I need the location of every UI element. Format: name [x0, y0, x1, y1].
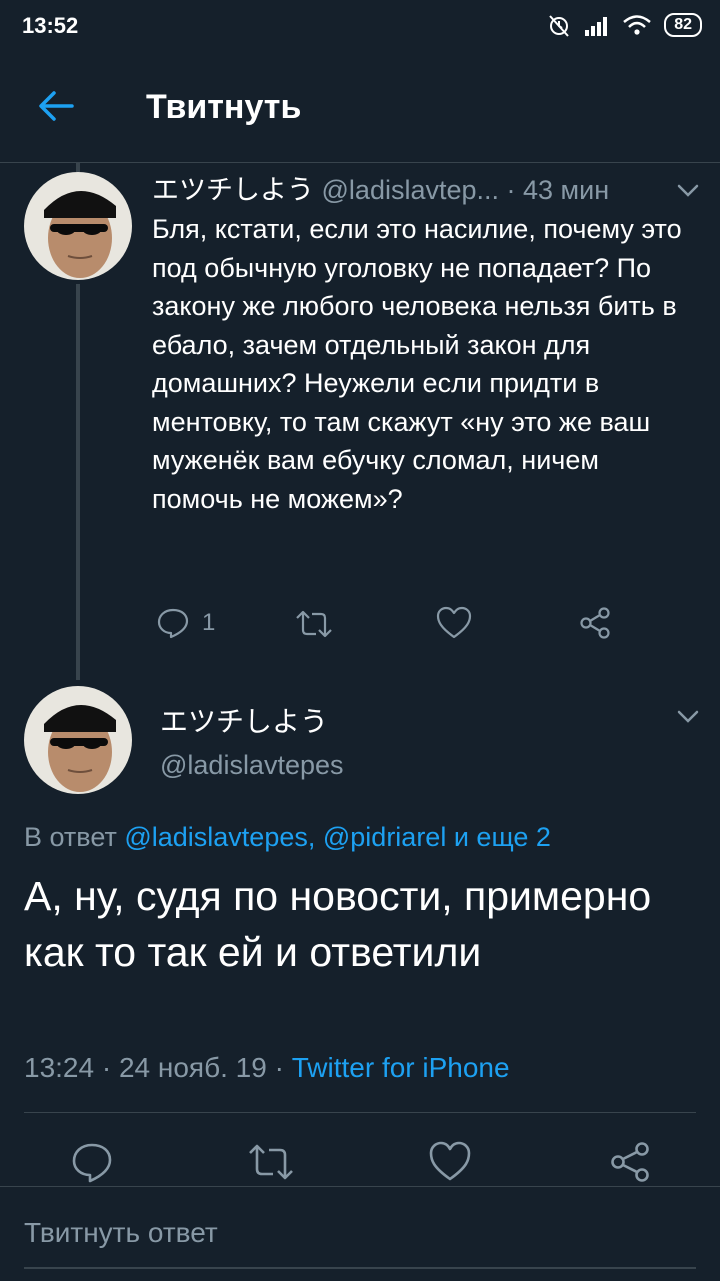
avatar[interactable] — [24, 172, 132, 280]
page-title: Твитнуть — [146, 88, 302, 126]
tweet-meta: 13:24 · 24 нояб. 19 · Twitter for iPhone — [24, 1052, 510, 1084]
battery-indicator: 82 — [664, 13, 702, 37]
more-mentions-link[interactable]: и еще 2 — [454, 822, 551, 852]
reply-context: В ответ @ladislavtepes, @pidriarel и еще… — [24, 822, 551, 853]
reply-count: 1 — [202, 609, 216, 636]
reply-prefix: В ответ — [24, 822, 117, 852]
app-bar: Твитнуть — [0, 50, 720, 163]
status-time: 13:52 — [22, 13, 79, 38]
signal-icon — [585, 17, 608, 36]
share-icon[interactable] — [578, 606, 612, 640]
tweet-text: Бля, кстати, если это насилие, почему эт… — [152, 214, 682, 514]
author-name[interactable]: エツチしよう — [152, 175, 314, 205]
author-handle[interactable]: @ladislavtepes — [160, 750, 344, 781]
avatar[interactable] — [24, 686, 132, 794]
reply-icon — [157, 608, 189, 639]
chevron-down-icon[interactable] — [674, 176, 702, 204]
mention-link[interactable]: @pidriarel — [323, 822, 446, 852]
reply-input[interactable]: Твитнуть ответ — [24, 1217, 218, 1249]
status-bar: 13:52 82 — [0, 0, 720, 50]
share-icon[interactable] — [608, 1140, 652, 1184]
chevron-down-icon[interactable] — [674, 702, 702, 730]
reply-composer[interactable]: Твитнуть ответ — [0, 1186, 720, 1281]
alarm-off-icon — [549, 15, 569, 37]
retweet-icon[interactable] — [294, 608, 334, 640]
tweet-timestamp: 13:24 · 24 нояб. 19 · — [24, 1052, 284, 1083]
tweet-time: · 43 мин — [506, 175, 610, 205]
reply-button[interactable]: 1 — [156, 606, 215, 640]
like-icon[interactable] — [436, 606, 472, 640]
tweet-text: А, ну, судя по новости, примерно как то … — [24, 873, 652, 975]
wifi-icon — [623, 15, 652, 35]
thread-line-top — [76, 162, 80, 172]
tweet-source-link[interactable]: Twitter for iPhone — [292, 1052, 510, 1083]
back-arrow-icon[interactable] — [34, 84, 78, 128]
status-icons: 82 — [546, 10, 702, 40]
tweet-header: エツチしよう @ladislavtep... · 43 мин — [152, 168, 672, 207]
retweet-icon[interactable] — [246, 1140, 296, 1184]
like-icon[interactable] — [428, 1140, 472, 1184]
author-handle[interactable]: @ladislavtep... — [322, 175, 500, 205]
reply-icon[interactable] — [70, 1140, 114, 1184]
divider — [24, 1112, 696, 1113]
reply-input-underline — [24, 1267, 696, 1269]
thread-line — [76, 284, 80, 680]
mention-link[interactable]: @ladislavtepes, — [124, 822, 315, 852]
author-name[interactable]: エツチしよう — [160, 700, 328, 740]
